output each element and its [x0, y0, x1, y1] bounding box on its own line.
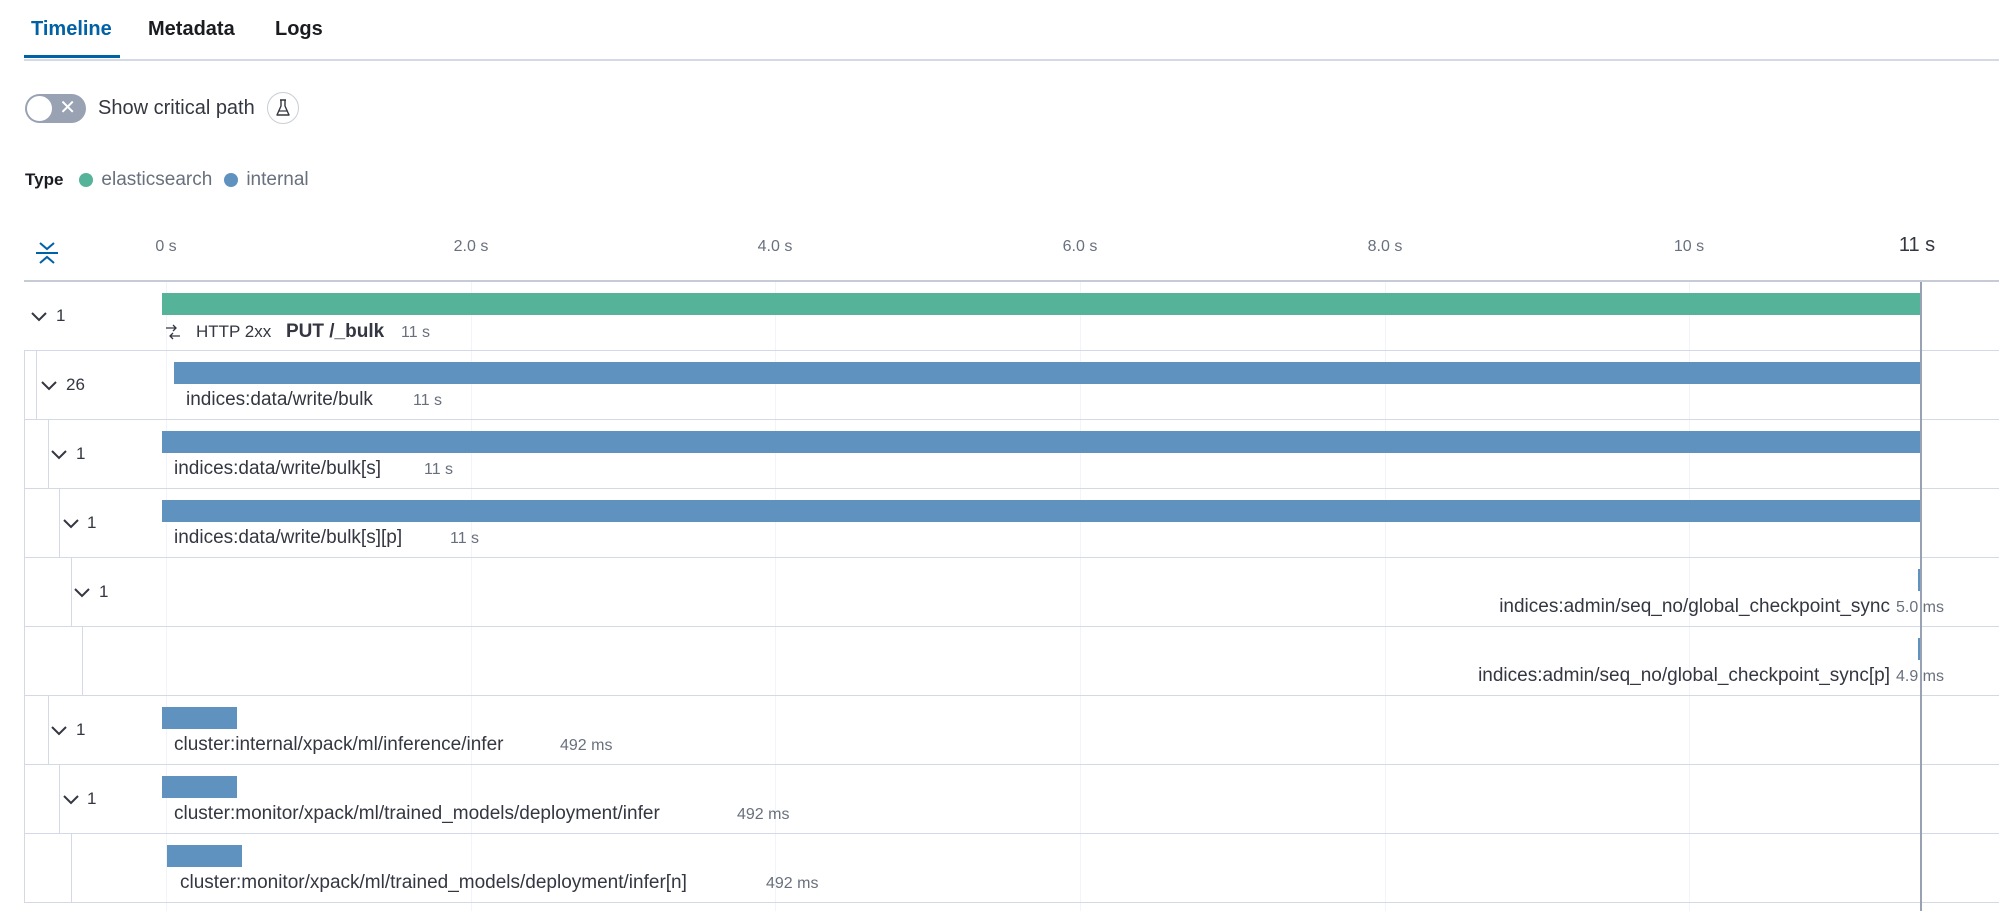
critical-path-label: Show critical path: [98, 96, 255, 119]
tree-indent-line: [71, 834, 72, 902]
chevron-down-icon[interactable]: [49, 448, 69, 462]
legend-dot-elasticsearch: [79, 173, 94, 187]
span-name: indices:data/write/bulk[s]: [174, 458, 381, 479]
axis-tick-4: 4.0 s: [757, 238, 793, 255]
span-duration: 492 ms: [766, 875, 819, 892]
tree-indent-line: [24, 765, 25, 833]
critical-path-switch[interactable]: ✕: [25, 93, 86, 123]
span-bar[interactable]: [174, 362, 1920, 384]
axis-tick-0: 0 s: [155, 238, 177, 255]
child-count: 1: [76, 444, 86, 463]
span-name: indices:admin/seq_no/global_checkpoint_s…: [1499, 596, 1890, 617]
span-row[interactable]: 1 indices:admin/seq_no/global_checkpoint…: [24, 558, 1999, 627]
http-exchange-icon: [166, 324, 180, 340]
span-bar[interactable]: [162, 707, 237, 729]
tree-indent-line: [24, 489, 25, 557]
span-duration: 11 s: [413, 392, 443, 409]
http-status: HTTP 2xx: [196, 322, 272, 341]
tab-timeline[interactable]: Timeline: [31, 18, 112, 41]
tree-indent-line: [24, 834, 25, 902]
child-count: 1: [87, 513, 97, 532]
beta-flask-icon[interactable]: [266, 92, 299, 124]
chevron-down-icon[interactable]: [49, 724, 69, 738]
tree-indent-line: [24, 351, 25, 419]
span-duration: 492 ms: [737, 806, 790, 823]
span-bar[interactable]: [162, 293, 1920, 315]
span-row[interactable]: 1 indices:data/write/bulk[s][p] 11 s: [24, 489, 1999, 558]
span-row[interactable]: 1 cluster:internal/xpack/ml/inference/in…: [24, 696, 1999, 765]
axis-tick-8: 8.0 s: [1367, 238, 1403, 255]
chevron-down-icon[interactable]: [61, 793, 81, 807]
chevron-down-icon[interactable]: [29, 310, 49, 324]
type-legend: Type elasticsearch internal: [25, 168, 321, 192]
tree-indent-line: [59, 765, 60, 833]
tree-indent-line: [59, 489, 60, 557]
active-tab-indicator: [24, 55, 120, 58]
span-name: PUT /_bulk: [286, 321, 385, 342]
span-bar[interactable]: [162, 431, 1920, 453]
child-count: 1: [76, 720, 86, 739]
span-row[interactable]: indices:admin/seq_no/global_checkpoint_s…: [24, 627, 1999, 696]
span-duration: 11 s: [401, 324, 431, 341]
tree-indent-line: [24, 558, 25, 626]
tree-indent-line: [82, 627, 83, 695]
critical-path-toggle-row: ✕ Show critical path: [25, 92, 299, 124]
span-row[interactable]: 1 cluster:monitor/xpack/ml/trained_model…: [24, 765, 1999, 834]
span-row[interactable]: 1 indices:data/write/bulk[s] 11 s: [24, 420, 1999, 489]
span-bar[interactable]: [167, 845, 242, 867]
legend-label-elasticsearch: elasticsearch: [101, 169, 213, 190]
span-row[interactable]: 1 HTTP 2xx PUT /_bulk 11 s: [24, 282, 1999, 351]
span-duration: 492 ms: [560, 737, 613, 754]
span-row[interactable]: 26 indices:data/write/bulk 11 s: [24, 351, 1999, 420]
chevron-down-icon[interactable]: [39, 379, 59, 393]
legend-dot-internal: [224, 173, 239, 187]
span-bar[interactable]: [162, 776, 237, 798]
span-row[interactable]: cluster:monitor/xpack/ml/trained_models/…: [24, 834, 1999, 903]
trace-end-line: [1920, 282, 1922, 911]
switch-knob: [26, 94, 53, 122]
axis-tick-end: 11 s: [1898, 234, 1936, 256]
legend-label-internal: internal: [246, 169, 309, 190]
tab-metadata[interactable]: Metadata: [148, 18, 235, 41]
switch-off-icon: ✕: [59, 96, 76, 119]
chevron-down-icon[interactable]: [61, 517, 81, 531]
child-count: 1: [87, 789, 97, 808]
axis-tick-6: 6.0 s: [1062, 238, 1098, 255]
tree-indent-line: [24, 420, 25, 488]
tree-indent-line: [24, 696, 25, 764]
span-duration: 11 s: [450, 530, 480, 547]
tab-bar: Timeline Metadata Logs: [24, 0, 1999, 61]
span-name: indices:admin/seq_no/global_checkpoint_s…: [1478, 665, 1890, 686]
tree-indent-line: [36, 351, 37, 419]
span-name: cluster:monitor/xpack/ml/trained_models/…: [174, 803, 660, 824]
axis-tick-2: 2.0 s: [453, 238, 489, 255]
child-count: 1: [99, 582, 109, 601]
span-name: indices:data/write/bulk[s][p]: [174, 527, 403, 548]
span-bar[interactable]: [162, 500, 1920, 522]
span-name: cluster:internal/xpack/ml/inference/infe…: [174, 734, 504, 755]
tab-logs[interactable]: Logs: [275, 18, 323, 41]
child-count: 1: [56, 306, 66, 325]
chevron-down-icon[interactable]: [72, 586, 92, 600]
span-name: indices:data/write/bulk: [186, 389, 373, 410]
span-duration: 11 s: [424, 461, 454, 478]
legend-title: Type: [25, 170, 64, 189]
collapse-all-icon[interactable]: [34, 240, 60, 266]
span-name: cluster:monitor/xpack/ml/trained_models/…: [180, 872, 687, 893]
child-count: 26: [66, 375, 85, 394]
axis-tick-10: 10 s: [1673, 238, 1705, 255]
tree-indent-line: [24, 627, 25, 695]
